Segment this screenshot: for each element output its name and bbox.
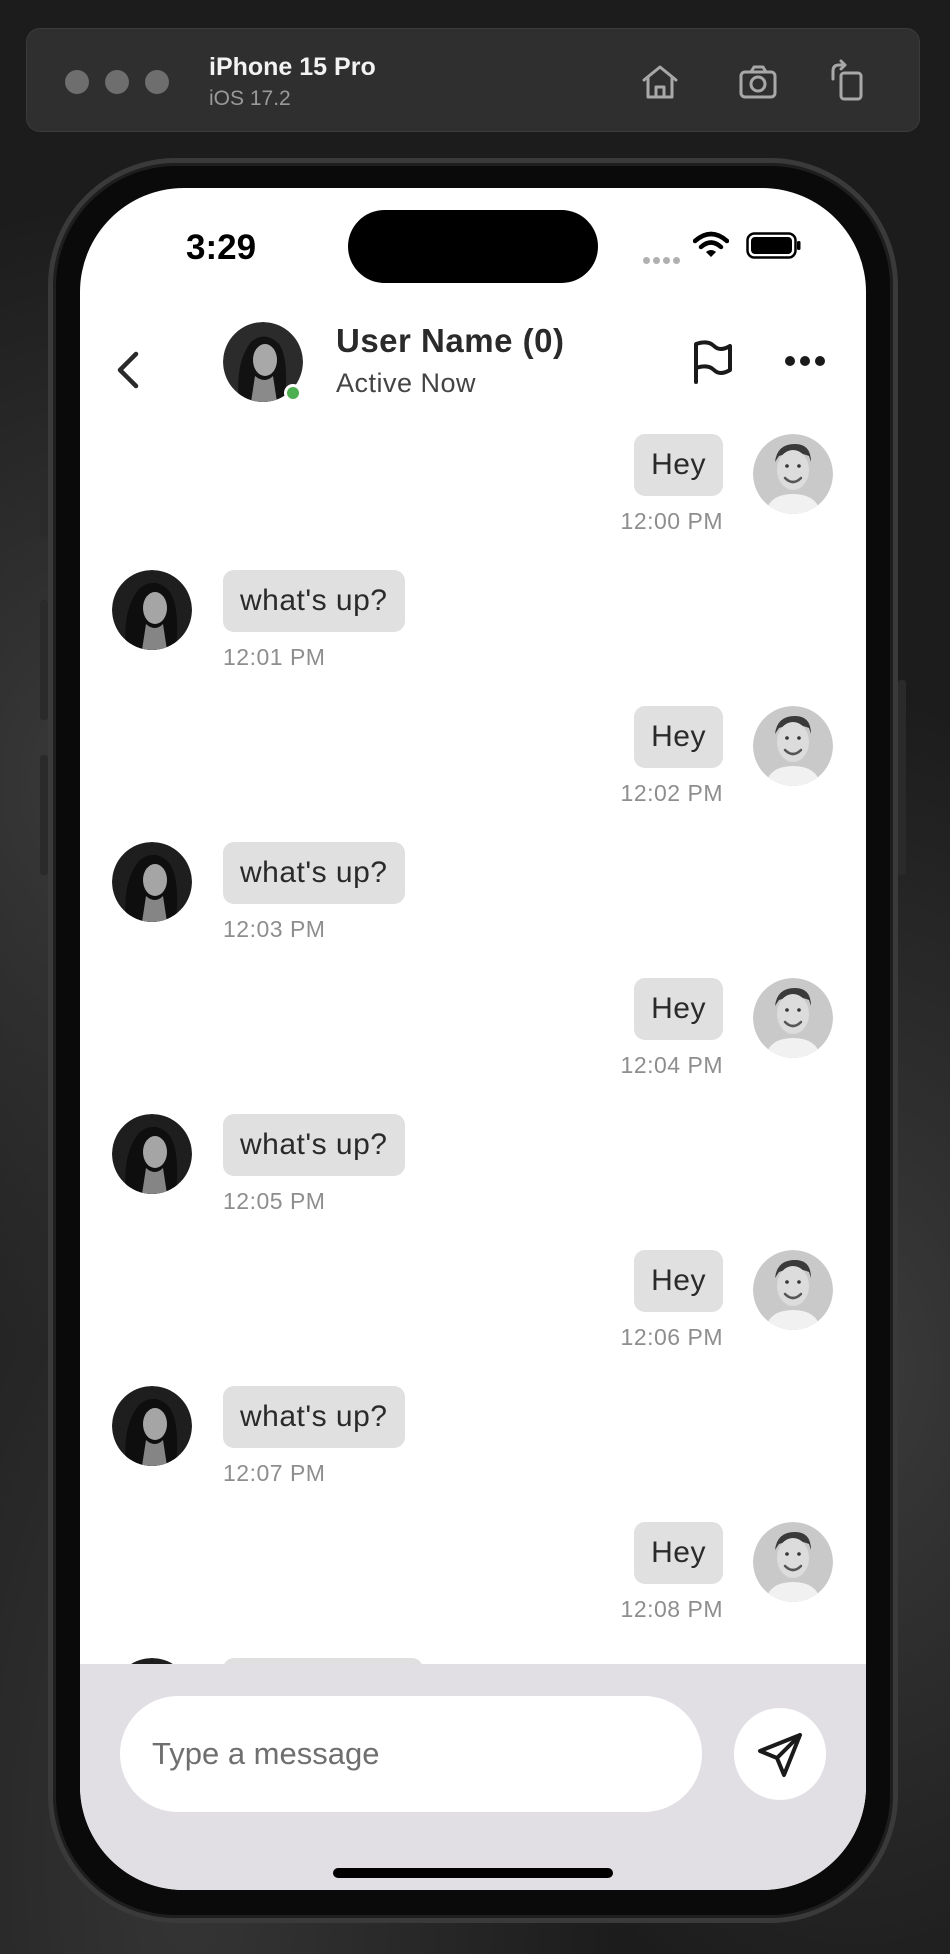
- message-timestamp: 12:01 PM: [223, 644, 326, 670]
- sender-avatar[interactable]: [753, 706, 833, 786]
- simulator-toolbar: iPhone 15 Pro iOS 17.2: [26, 28, 920, 132]
- message-bubble[interactable]: Hey: [634, 978, 723, 1040]
- message-incoming: what's up? 12:01 PM: [80, 570, 866, 680]
- app-screen: 3:29 User Name (0) Active Now Hey 12:00 …: [80, 188, 866, 1890]
- flag-icon[interactable]: [688, 338, 736, 386]
- message-bubble[interactable]: Hey: [634, 706, 723, 768]
- message-bubble[interactable]: Hey: [634, 1522, 723, 1584]
- message-outgoing: Hey 12:08 PM: [80, 1522, 866, 1632]
- message-outgoing: Hey 12:06 PM: [80, 1250, 866, 1360]
- message-timestamp: 12:08 PM: [620, 1596, 723, 1622]
- sender-avatar[interactable]: [753, 434, 833, 514]
- window-close-button[interactable]: [65, 70, 89, 94]
- online-status-dot: [284, 384, 302, 402]
- battery-icon: [746, 232, 801, 259]
- message-timestamp: 12:03 PM: [223, 916, 326, 942]
- message-timestamp: 12:07 PM: [223, 1460, 326, 1486]
- sender-avatar[interactable]: [753, 978, 833, 1058]
- message-timestamp: 12:00 PM: [620, 508, 723, 534]
- message-outgoing: Hey 12:00 PM: [80, 434, 866, 544]
- back-button[interactable]: [106, 338, 154, 402]
- message-outgoing: Hey 12:02 PM: [80, 706, 866, 816]
- contact-message-avatar[interactable]: [112, 570, 192, 650]
- contact-message-avatar[interactable]: [112, 1386, 192, 1466]
- sender-avatar[interactable]: [753, 1250, 833, 1330]
- message-bubble[interactable]: what's up?: [223, 1386, 405, 1448]
- contact-message-avatar[interactable]: [112, 1114, 192, 1194]
- action-button: [40, 475, 48, 537]
- wifi-icon: [693, 231, 729, 257]
- message-bubble[interactable]: what's up?: [223, 570, 405, 632]
- contact-message-avatar[interactable]: [112, 842, 192, 922]
- message-bubble[interactable]: Hey: [634, 434, 723, 496]
- power-button: [898, 680, 906, 875]
- send-icon: [758, 1733, 802, 1777]
- send-button[interactable]: [734, 1708, 826, 1800]
- message-outgoing: Hey 12:04 PM: [80, 978, 866, 1088]
- os-version: iOS 17.2: [209, 87, 291, 110]
- volume-down-button: [40, 755, 48, 875]
- more-options-icon[interactable]: [783, 346, 827, 376]
- contact-status: Active Now: [336, 368, 477, 398]
- home-icon[interactable]: [637, 59, 683, 105]
- volume-up-button: [40, 600, 48, 720]
- back-chevron-icon: [117, 351, 139, 389]
- message-bubble[interactable]: Hey: [634, 1250, 723, 1312]
- status-time: 3:29: [186, 228, 257, 267]
- message-bubble[interactable]: what's up?: [223, 842, 405, 904]
- contact-name: User Name (0): [336, 322, 565, 359]
- signal-icon: [643, 251, 683, 269]
- message-timestamp: 12:04 PM: [620, 1052, 723, 1078]
- home-indicator: [333, 1868, 613, 1878]
- message-incoming: what's up? 12:05 PM: [80, 1114, 866, 1224]
- device-name: iPhone 15 Pro: [209, 53, 376, 81]
- dynamic-island: [348, 210, 598, 283]
- message-timestamp: 12:06 PM: [620, 1324, 723, 1350]
- message-input[interactable]: [120, 1696, 702, 1812]
- message-timestamp: 12:02 PM: [620, 780, 723, 806]
- message-composer: [80, 1664, 866, 1890]
- rotate-icon[interactable]: [825, 59, 871, 105]
- message-timestamp: 12:05 PM: [223, 1188, 326, 1214]
- window-zoom-button[interactable]: [145, 70, 169, 94]
- window-minimize-button[interactable]: [105, 70, 129, 94]
- sender-avatar[interactable]: [753, 1522, 833, 1602]
- message-incoming: what's up? 12:03 PM: [80, 842, 866, 952]
- message-bubble[interactable]: what's up?: [223, 1114, 405, 1176]
- message-incoming: what's up? 12:07 PM: [80, 1386, 866, 1496]
- screenshot-icon[interactable]: [735, 59, 781, 105]
